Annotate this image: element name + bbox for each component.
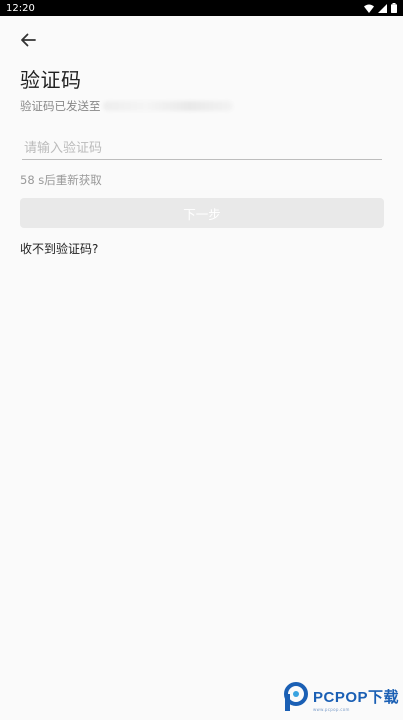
sent-to-label: 验证码已发送至 (20, 99, 101, 113)
status-bar: 12:20 (0, 0, 403, 16)
arrow-left-icon (19, 31, 37, 53)
watermark: PCPOP下载 www.pcpop.com (283, 682, 399, 716)
resend-countdown: 58 s后重新获取 (20, 173, 102, 187)
status-icons (364, 3, 397, 13)
redacted-phone-number (102, 101, 233, 111)
verification-code-input[interactable] (22, 138, 382, 160)
watermark-sub: www.pcpop.com (312, 707, 350, 712)
next-button[interactable]: 下一步 (20, 198, 384, 228)
back-button[interactable] (16, 30, 40, 54)
pcpop-logo-icon (283, 682, 309, 716)
sent-to-text: 验证码已发送至 (20, 98, 233, 114)
signal-icon (378, 3, 387, 13)
page-title: 验证码 (20, 68, 82, 92)
battery-icon (391, 3, 397, 13)
watermark-brand: PCPOP下载 (312, 689, 399, 706)
wifi-icon (364, 4, 374, 13)
no-code-link[interactable]: 收不到验证码? (20, 240, 98, 257)
status-time: 12:20 (6, 2, 35, 14)
